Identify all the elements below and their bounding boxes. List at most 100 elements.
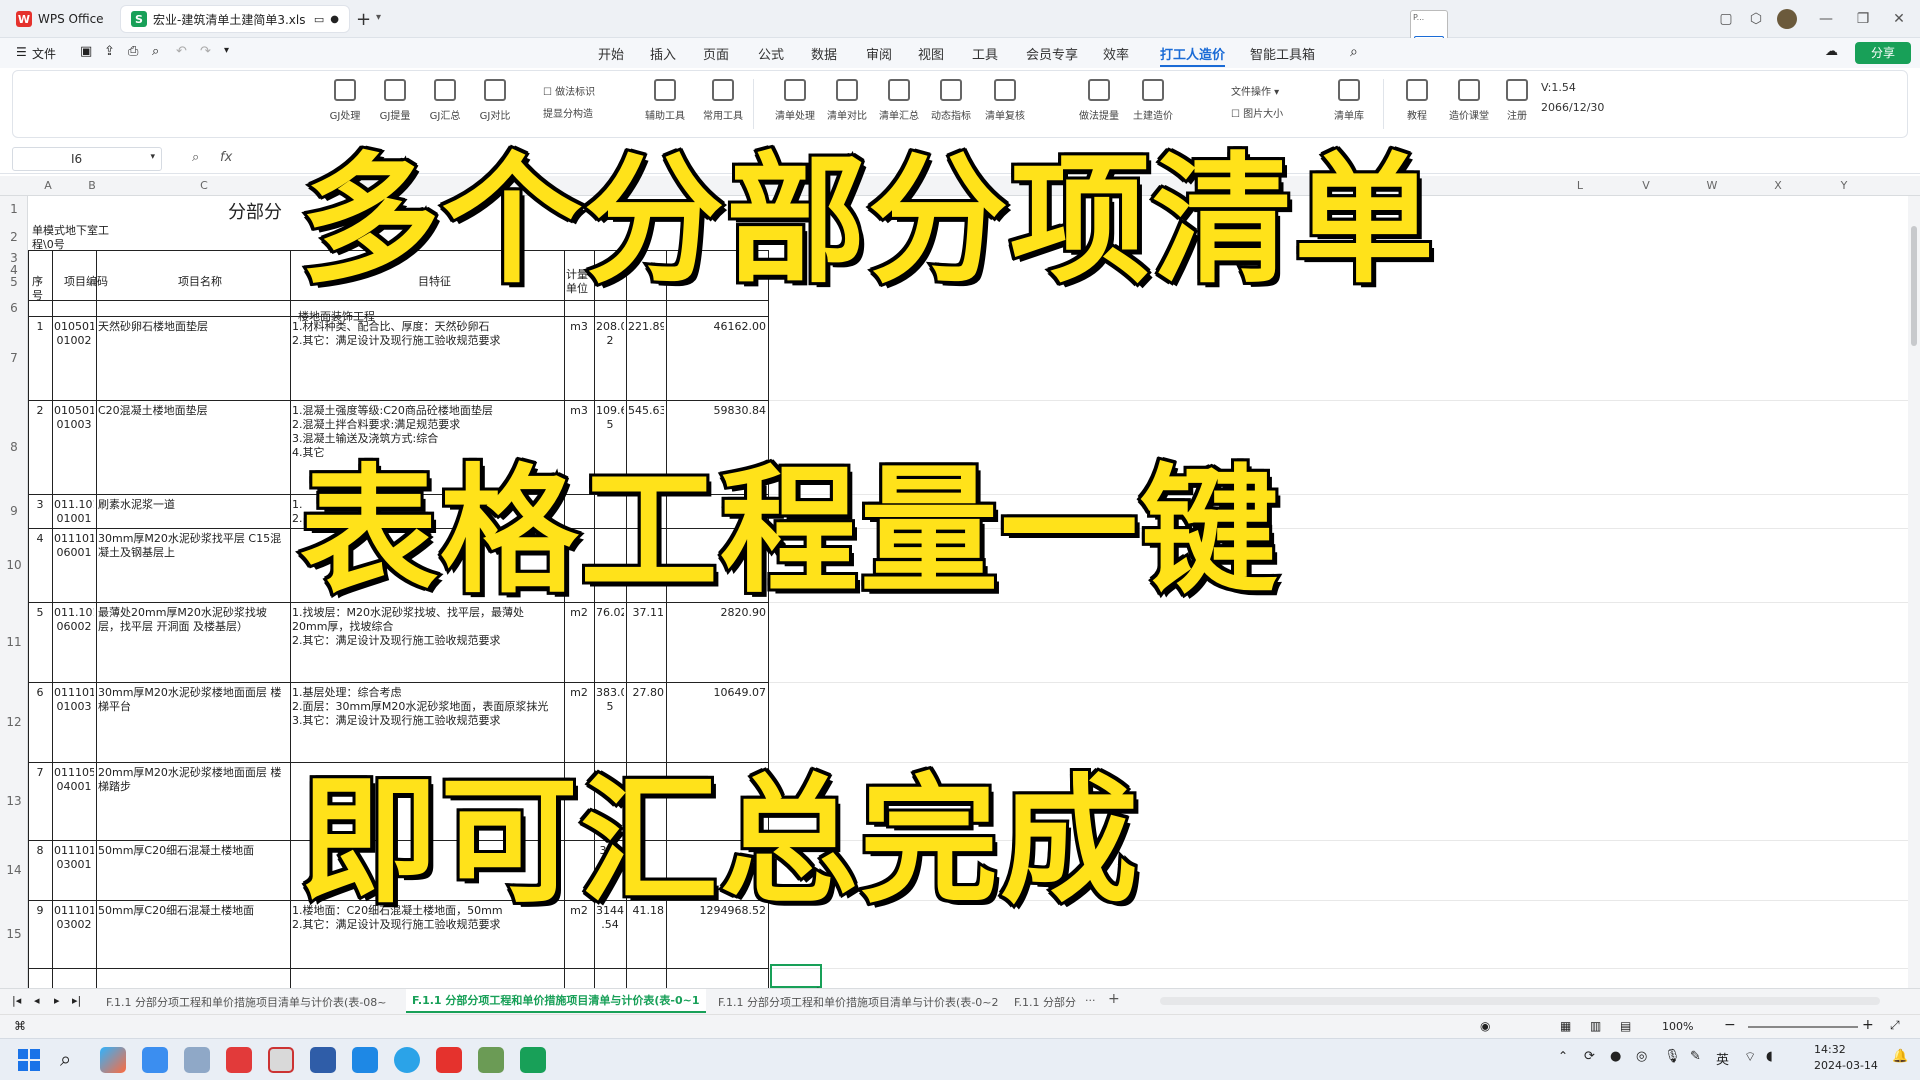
cell-price[interactable]: 37.11 — [628, 606, 665, 680]
ribbon-button-6[interactable]: 清单处理 — [769, 79, 821, 122]
cell-name[interactable]: 天然砂卵石楼地面垫层 — [98, 320, 288, 398]
zoom-out-icon[interactable]: − — [1724, 1017, 1736, 1033]
menu-item-11[interactable]: 智能工具箱 — [1250, 44, 1315, 63]
row-header[interactable]: 11 — [0, 635, 28, 649]
cell-name[interactable]: 20mm厚M20水泥砂浆楼地面面层 楼梯踏步 — [98, 766, 288, 838]
cell-seq[interactable]: 6 — [30, 686, 50, 760]
cell-seq[interactable]: 3 — [30, 498, 50, 526]
tray-icon-3[interactable]: ◎ — [1636, 1049, 1647, 1064]
print-icon[interactable]: ⎙ — [128, 44, 138, 59]
cell-feature[interactable]: 1.找坡层：M20水泥砂浆找坡、找平层，最薄处 20mm厚，找坡综合 2.其它：… — [292, 606, 562, 680]
cell-seq[interactable]: 5 — [30, 606, 50, 680]
wps-sheet-taskbar-icon[interactable] — [520, 1047, 546, 1073]
ribbon-button-14[interactable]: 教程 — [1391, 79, 1443, 122]
menu-item-4[interactable]: 数据 — [811, 44, 837, 63]
cell-name[interactable]: 30mm厚M20水泥砂浆找平层 C15混凝土及钢基层上 — [98, 532, 288, 600]
cell-name[interactable]: 刷素水泥浆一道 — [98, 498, 288, 526]
ribbon-button-8[interactable]: 清单汇总 — [873, 79, 925, 122]
sheet-tab-1[interactable]: F.1.1 分部分项工程和单价措施项目清单与计价表(表-08~ — [106, 994, 387, 1010]
row-header[interactable]: 13 — [0, 794, 28, 808]
col-header-B[interactable]: B — [84, 179, 100, 192]
cell-total[interactable]: 10649.07 — [668, 686, 767, 760]
cell-code[interactable]: 0111050 04001 — [54, 766, 94, 838]
menu-item-6[interactable]: 视图 — [918, 44, 944, 63]
app-icon[interactable] — [268, 1047, 294, 1073]
cell-seq[interactable]: 4 — [30, 532, 50, 600]
ribbon-button-12[interactable]: 土建造价 — [1127, 79, 1179, 122]
more-chevron-icon[interactable]: ▾ — [224, 45, 229, 56]
ribbon-button-4[interactable]: 辅助工具 — [639, 79, 691, 122]
cube-icon[interactable]: ⬡ — [1745, 8, 1767, 30]
col-header-C[interactable]: C — [196, 179, 212, 192]
file-menu[interactable]: 文件 — [32, 45, 56, 62]
ribbon-button-13[interactable]: 清单库 — [1323, 79, 1375, 122]
page-view-icon[interactable]: ▥ — [1590, 1019, 1601, 1033]
redo-icon[interactable]: ↷ — [200, 44, 211, 59]
new-tab-button[interactable]: + — [356, 9, 371, 30]
row-header[interactable]: 9 — [0, 504, 28, 518]
macro-icon[interactable]: ⌘ — [14, 1019, 26, 1033]
col-header-V[interactable]: V — [1638, 179, 1654, 192]
col-header-A[interactable]: A — [40, 179, 56, 192]
microphone-icon[interactable]: 🎙 — [1664, 1049, 1681, 1064]
cell-price[interactable]: 221.89 — [628, 320, 664, 398]
qq-browser-icon[interactable] — [394, 1047, 420, 1073]
cell-unit[interactable]: m2 — [566, 686, 592, 760]
save-icon[interactable]: ▣ — [80, 44, 92, 59]
zoom-lookup-icon[interactable]: ⌕ — [192, 150, 199, 165]
cell-qty[interactable]: 208.0 2 — [596, 320, 624, 398]
monitor-icon[interactable]: ▭ — [314, 13, 324, 26]
ribbon-button-5[interactable]: 常用工具 — [697, 79, 749, 122]
minimize-icon[interactable]: — — [1815, 8, 1837, 30]
layout-icon[interactable]: ▢ — [1715, 8, 1737, 30]
tab-list-chevron-icon[interactable]: ▾ — [376, 12, 381, 23]
cell-seq[interactable]: 8 — [30, 844, 50, 898]
reading-view-icon[interactable]: ▤ — [1620, 1019, 1631, 1033]
col-header-Y[interactable]: Y — [1836, 179, 1852, 192]
ribbon-button-11[interactable]: 做法提量 — [1073, 79, 1125, 122]
name-box[interactable]: I6 ▾ — [12, 147, 162, 171]
menu-item-9[interactable]: 效率 — [1103, 44, 1129, 63]
fx-icon[interactable]: fx — [220, 150, 232, 165]
maximize-icon[interactable]: ❐ — [1852, 8, 1874, 30]
horizontal-scrollbar[interactable] — [1160, 997, 1880, 1005]
row-header[interactable]: 6 — [0, 301, 28, 315]
cell-total[interactable]: 46162.00 — [668, 320, 767, 398]
tab-wps-office[interactable]: W WPS Office — [6, 5, 116, 33]
zoom-in-icon[interactable]: + — [1862, 1017, 1874, 1033]
search-taskbar-icon[interactable]: ⌕ — [60, 1047, 71, 1071]
normal-view-icon[interactable]: ▦ — [1560, 1019, 1571, 1033]
menu-item-7[interactable]: 工具 — [972, 44, 998, 63]
ribbon-button-16[interactable]: 注册 — [1491, 79, 1543, 122]
menu-item-8[interactable]: 会员专享 — [1026, 44, 1078, 63]
language-indicator[interactable]: 英 — [1716, 1049, 1729, 1068]
cell-unit[interactable]: m3 — [566, 320, 592, 398]
cell-code[interactable]: 0111010 03001 — [54, 844, 94, 898]
cloud-icon[interactable]: ☁ — [1825, 44, 1838, 59]
ribbon-button-0[interactable]: GJ处理 — [319, 79, 371, 122]
cell-total[interactable]: 2820.90 — [668, 606, 767, 680]
cell-seq[interactable]: 2 — [30, 404, 50, 492]
notepad-icon[interactable] — [184, 1047, 210, 1073]
close-icon[interactable]: ✕ — [1888, 8, 1910, 30]
tray-icon-2[interactable]: ● — [1610, 1049, 1621, 1064]
cell-seq[interactable]: 1 — [30, 320, 50, 398]
ribbon-button-3[interactable]: GJ对比 — [469, 79, 521, 122]
undo-icon[interactable]: ↶ — [176, 44, 187, 59]
cell-name[interactable]: 50mm厚C20细石混凝土楼地面 — [98, 844, 288, 898]
doc-op-dropdown[interactable]: 文件操作 ▾ — [1231, 83, 1279, 98]
cell-name[interactable]: 30mm厚M20水泥砂浆楼地面面层 楼梯平台 — [98, 686, 288, 760]
cell-code[interactable]: 0105010 01003 — [54, 404, 94, 492]
ribbon-button-1[interactable]: GJ提量 — [369, 79, 421, 122]
export-icon[interactable]: ⇪ — [104, 44, 115, 59]
cell-feature[interactable]: 1.材料种类、配合比、厚度：天然砂卵石 2.其它：满足设计及现行施工验收规范要求 — [292, 320, 562, 398]
cell-name[interactable]: 最薄处20mm厚M20水泥砂浆找坡层，找平层 开洞面 及楼基层） — [98, 606, 288, 680]
cell-feature[interactable]: 1.基层处理：综合考虑 2.面层：30mm厚M20水泥砂浆地面，表面原浆抹光 3… — [292, 686, 562, 760]
tray-chevron-icon[interactable]: ⌃ — [1558, 1049, 1568, 1063]
menu-item-1[interactable]: 插入 — [650, 44, 676, 63]
image-size-checkbox[interactable]: ☐ 图片大小 — [1231, 105, 1283, 120]
row-header[interactable]: 10 — [0, 558, 28, 572]
zoom-slider[interactable] — [1748, 1026, 1858, 1028]
volume-icon[interactable]: ◖ — [1766, 1049, 1773, 1064]
cell-seq[interactable]: 7 — [30, 766, 50, 838]
